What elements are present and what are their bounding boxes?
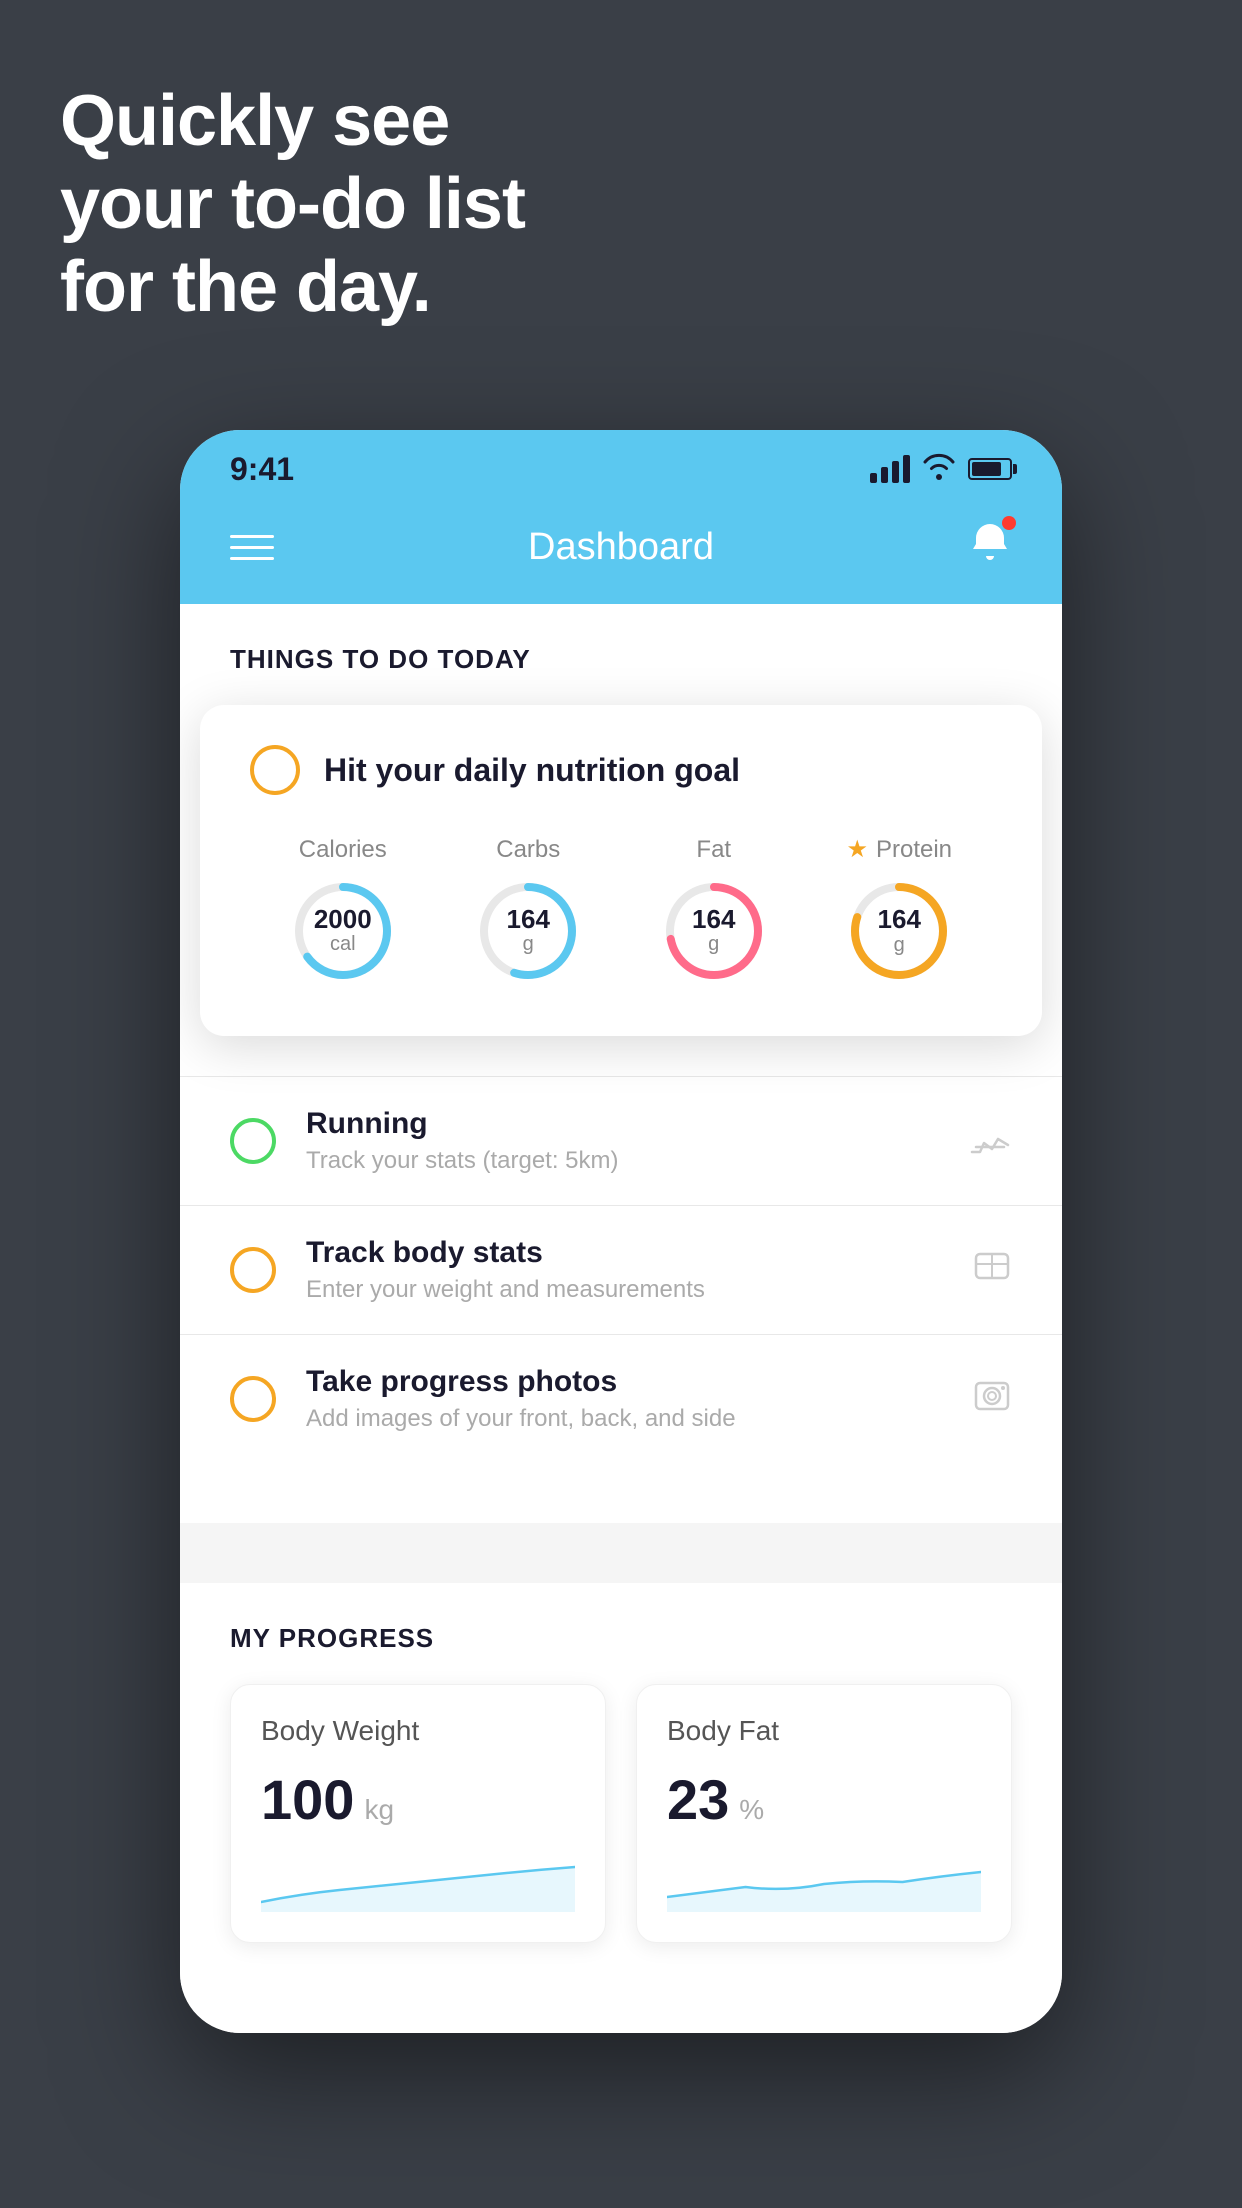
fat-label: Fat xyxy=(696,836,731,864)
body-stats-subtitle: Enter your weight and measurements xyxy=(306,1276,942,1304)
today-section-header: THINGS TO DO TODAY xyxy=(230,644,1012,675)
signal-icon xyxy=(870,455,910,483)
body-fat-chart xyxy=(667,1852,981,1912)
running-title: Running xyxy=(306,1107,938,1141)
protein-unit: g xyxy=(878,934,921,957)
protein-label: ★ Protein xyxy=(846,835,952,864)
hero-text: Quickly see your to-do list for the day. xyxy=(60,80,525,328)
carbs-value: 164 xyxy=(507,905,550,934)
hamburger-menu[interactable] xyxy=(230,535,274,560)
todo-item-body-stats[interactable]: Track body stats Enter your weight and m… xyxy=(180,1205,1062,1334)
body-fat-title: Body Fat xyxy=(667,1715,981,1747)
body-fat-card[interactable]: Body Fat 23 % xyxy=(636,1684,1012,1943)
progress-cards: Body Weight 100 kg Body Fat 23 % xyxy=(230,1684,1012,1943)
todo-item-running[interactable]: Running Track your stats (target: 5km) xyxy=(180,1076,1062,1205)
nutrition-checkbox[interactable] xyxy=(250,745,300,795)
body-stats-checkbox[interactable] xyxy=(230,1247,276,1293)
notification-bell[interactable] xyxy=(968,520,1012,574)
running-subtitle: Track your stats (target: 5km) xyxy=(306,1147,938,1175)
hero-line1: Quickly see xyxy=(60,80,525,163)
body-weight-unit: kg xyxy=(364,1794,394,1826)
wifi-icon xyxy=(922,452,956,487)
hero-line2: your to-do list xyxy=(60,163,525,246)
progress-photos-checkbox[interactable] xyxy=(230,1376,276,1422)
body-fat-unit: % xyxy=(739,1794,764,1826)
nav-title: Dashboard xyxy=(528,526,714,569)
body-fat-value: 23 xyxy=(667,1767,729,1832)
body-stats-title: Track body stats xyxy=(306,1236,942,1270)
carbs-unit: g xyxy=(507,933,550,956)
status-icons xyxy=(870,452,1012,487)
todo-item-progress-photos[interactable]: Take progress photos Add images of your … xyxy=(180,1334,1062,1463)
fat-ring-item[interactable]: Fat 164 g xyxy=(659,836,769,986)
calories-value: 2000 xyxy=(314,905,372,934)
phone-mockup: 9:41 Da xyxy=(180,430,1062,2033)
body-fat-value-row: 23 % xyxy=(667,1767,981,1832)
star-icon: ★ xyxy=(846,835,868,864)
progress-section-header: MY PROGRESS xyxy=(230,1623,1012,1654)
fat-unit: g xyxy=(692,933,735,956)
calories-label: Calories xyxy=(299,836,387,864)
carbs-label: Carbs xyxy=(496,836,560,864)
app-content: THINGS TO DO TODAY Hit your daily nutrit… xyxy=(180,604,1062,1076)
carbs-ring-item[interactable]: Carbs 164 g xyxy=(473,836,583,986)
body-stats-icon xyxy=(972,1246,1012,1295)
body-weight-title: Body Weight xyxy=(261,1715,575,1747)
protein-value: 164 xyxy=(878,905,921,934)
nutrition-card-header: Hit your daily nutrition goal xyxy=(250,745,992,795)
nav-bar: Dashboard xyxy=(180,500,1062,604)
progress-photos-icon xyxy=(972,1375,1012,1424)
battery-icon xyxy=(968,458,1012,480)
calories-ring: 2000 cal xyxy=(288,876,398,986)
body-weight-value-row: 100 kg xyxy=(261,1767,575,1832)
spacer xyxy=(180,1463,1062,1523)
fat-value: 164 xyxy=(692,905,735,934)
nutrition-rings: Calories 2000 cal Carbs xyxy=(250,835,992,986)
running-icon xyxy=(968,1119,1012,1164)
fat-ring: 164 g xyxy=(659,876,769,986)
running-text: Running Track your stats (target: 5km) xyxy=(306,1107,938,1175)
body-weight-value: 100 xyxy=(261,1767,354,1832)
progress-photos-subtitle: Add images of your front, back, and side xyxy=(306,1405,942,1433)
nutrition-card[interactable]: Hit your daily nutrition goal Calories 2… xyxy=(200,705,1042,1036)
body-weight-card[interactable]: Body Weight 100 kg xyxy=(230,1684,606,1943)
phone-bottom xyxy=(180,1983,1062,2033)
body-weight-chart xyxy=(261,1852,575,1912)
body-stats-text: Track body stats Enter your weight and m… xyxy=(306,1236,942,1304)
progress-section: MY PROGRESS Body Weight 100 kg Body F xyxy=(180,1583,1062,1983)
carbs-ring: 164 g xyxy=(473,876,583,986)
status-time: 9:41 xyxy=(230,451,294,488)
progress-photos-text: Take progress photos Add images of your … xyxy=(306,1365,942,1433)
status-bar: 9:41 xyxy=(180,430,1062,500)
todo-list: Running Track your stats (target: 5km) T… xyxy=(180,1076,1062,1463)
calories-ring-item[interactable]: Calories 2000 cal xyxy=(288,836,398,986)
protein-ring-item[interactable]: ★ Protein 164 g xyxy=(844,835,954,986)
running-checkbox[interactable] xyxy=(230,1118,276,1164)
hero-line3: for the day. xyxy=(60,246,525,329)
progress-photos-title: Take progress photos xyxy=(306,1365,942,1399)
calories-unit: cal xyxy=(314,933,372,956)
nutrition-card-title: Hit your daily nutrition goal xyxy=(324,752,740,789)
protein-ring: 164 g xyxy=(844,876,954,986)
